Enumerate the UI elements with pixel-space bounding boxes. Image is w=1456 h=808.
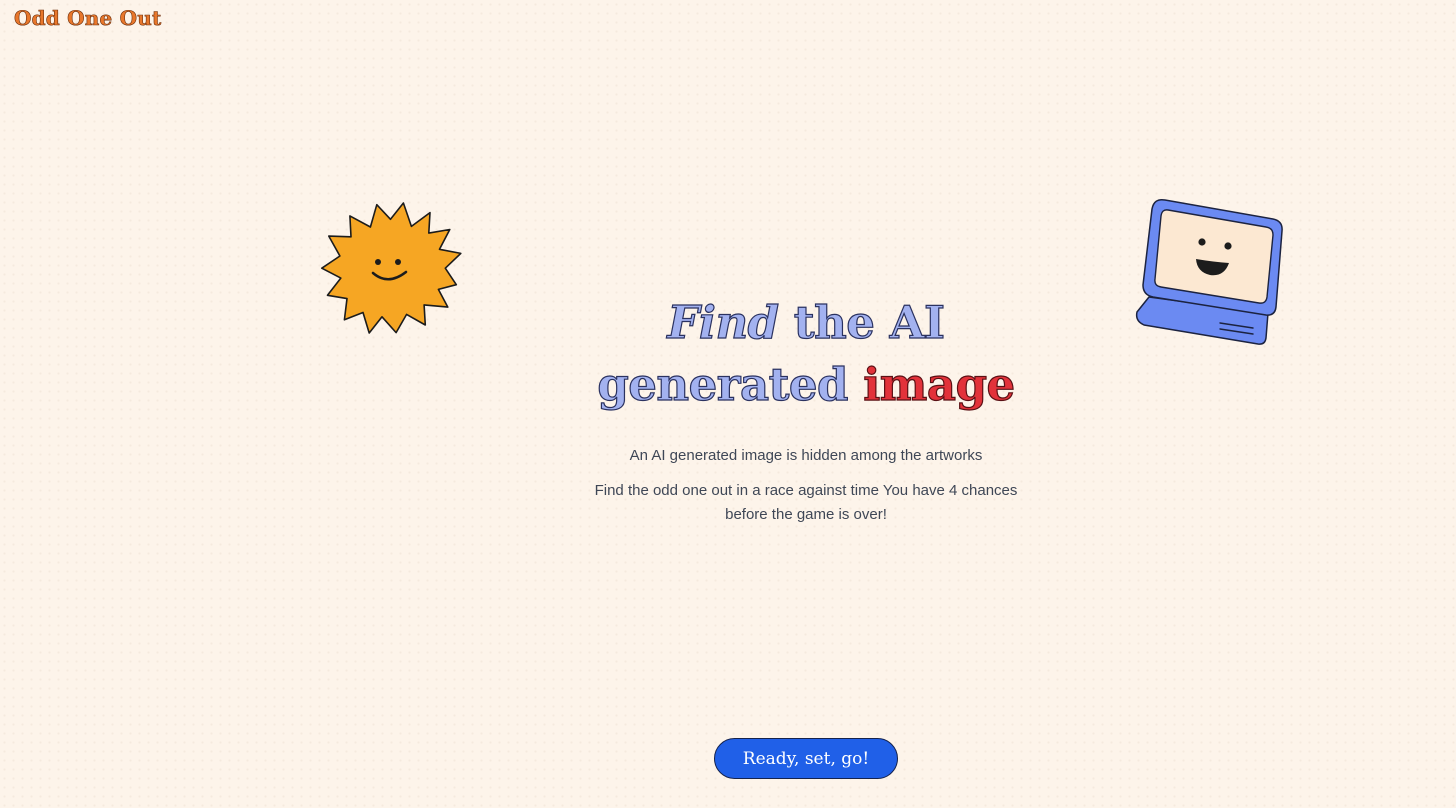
intro-text: An AI generated image is hidden among th…	[629, 447, 983, 464]
page-title: Find the AI generated image	[528, 292, 1084, 416]
title-word-generated: generated	[597, 357, 849, 411]
smiling-computer-icon	[1135, 198, 1283, 345]
sun-left-eye	[375, 259, 381, 265]
computer-left-eye	[1198, 238, 1206, 246]
computer-right-eye	[1224, 242, 1232, 250]
title-word-find: Find	[667, 295, 780, 349]
title-word-the-ai: the AI	[778, 295, 945, 349]
title-word-image: image	[863, 357, 1016, 411]
app-logo[interactable]: Odd One Out	[14, 6, 162, 31]
sun-right-eye	[395, 259, 401, 265]
smiling-sun-icon	[321, 202, 462, 334]
rules-text: Find the odd one out in a race against t…	[594, 482, 1018, 523]
sun-body	[321, 202, 462, 334]
start-game-button[interactable]: Ready, set, go!	[714, 738, 898, 779]
